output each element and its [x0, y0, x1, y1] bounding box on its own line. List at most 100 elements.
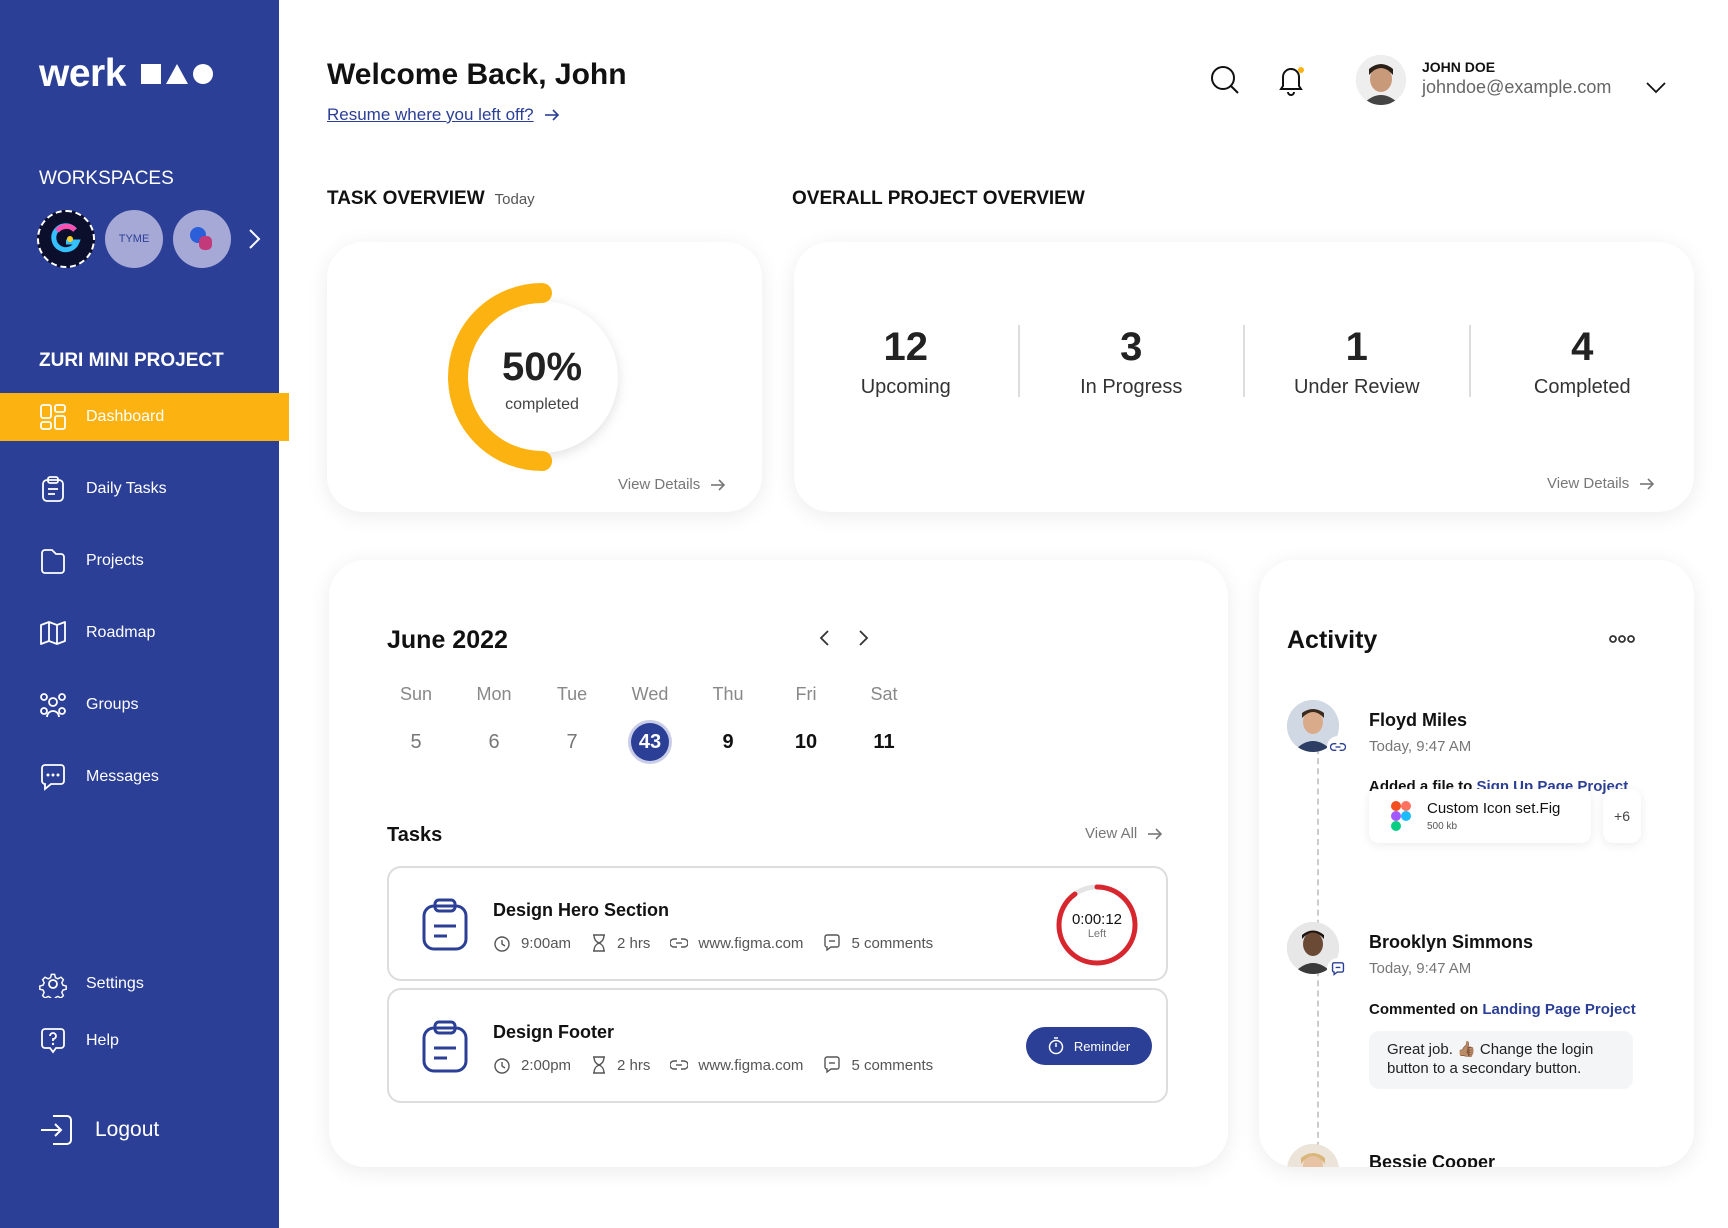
task-overview-heading: TASK OVERVIEW: [327, 188, 485, 209]
workspace-b[interactable]: [173, 210, 231, 268]
tasks-view-all[interactable]: View All: [1085, 825, 1163, 842]
activity-user-name[interactable]: Bessie Cooper: [1369, 1152, 1495, 1167]
stat-value: 1: [1345, 325, 1368, 369]
workspace-b-logo-icon: [190, 227, 212, 250]
clock-icon: [494, 936, 510, 952]
weekday-label: Wed: [631, 684, 669, 704]
calendar-weekdays: Sun Mon Tue Wed Thu Fri Sat: [377, 684, 923, 705]
project-stats: 12 Upcoming 3 In Progress 1 Under Review 4 C…: [794, 325, 1695, 398]
calendar-date[interactable]: 5: [377, 723, 455, 761]
link-badge: [1327, 736, 1349, 758]
calendar-date[interactable]: 10: [767, 723, 845, 761]
task-comments[interactable]: 5 comments: [823, 1056, 933, 1074]
map-icon: [40, 621, 66, 645]
link-icon: [670, 938, 689, 948]
sidebar-item-groups[interactable]: Groups: [0, 681, 289, 729]
task-card[interactable]: Design Footer 2:00pm 2 hrs www.figma.com…: [387, 988, 1168, 1103]
file-size: 500 kb: [1427, 821, 1458, 832]
chevron-left-icon[interactable]: [817, 628, 831, 648]
chevron-down-icon[interactable]: [1646, 82, 1666, 94]
resume-link[interactable]: Resume where you left off?: [327, 105, 560, 125]
sidebar-item-label: Dashboard: [86, 408, 165, 425]
hourglass-icon: [593, 934, 606, 952]
calendar-date[interactable]: 11: [845, 723, 923, 761]
brand-logo[interactable]: werk: [39, 52, 214, 96]
reminder-button[interactable]: Reminder: [1026, 1027, 1152, 1065]
activity-user-name[interactable]: Floyd Miles: [1369, 710, 1467, 731]
chevron-right-icon[interactable]: [247, 227, 263, 251]
activity-title: Activity: [1287, 626, 1378, 654]
stat-label: Under Review: [1293, 376, 1420, 398]
task-duration: 2 hrs: [591, 934, 650, 952]
calendar-date-number: 7: [566, 731, 578, 753]
help-icon: [41, 1028, 65, 1054]
project-overview-view-details[interactable]: View Details: [1547, 475, 1655, 492]
workspace-tyme[interactable]: TYME: [105, 210, 163, 268]
activity-comment-line: button to a secondary button.: [1387, 1060, 1582, 1077]
sidebar-item-settings[interactable]: Settings: [0, 960, 279, 1008]
calendar-dates: 5 6 7 43 9 10 11: [377, 723, 923, 761]
task-name: Design Hero Section: [493, 900, 670, 920]
sidebar-item-label: Settings: [86, 975, 144, 992]
task-duration-value: 2 hrs: [617, 1056, 651, 1074]
sidebar-nav: Dashboard Daily Tasks Projects Roadmap G…: [0, 393, 289, 825]
activity-description: Commented on Landing Page Project: [1369, 1001, 1636, 1018]
sidebar-item-messages[interactable]: Messages: [0, 753, 289, 801]
stat-label: In Progress: [1080, 376, 1183, 398]
task-time-value: 2:00pm: [521, 1056, 572, 1074]
chevron-right-icon[interactable]: [857, 628, 871, 648]
task-meta: 9:00am 2 hrs www.figma.com 5 comments: [493, 934, 953, 952]
file-attachment[interactable]: Custom Icon set.Fig 500 kb: [1369, 789, 1591, 843]
task-card[interactable]: Design Hero Section 9:00am 2 hrs www.fig…: [387, 866, 1168, 981]
sidebar-item-help[interactable]: Help: [0, 1017, 279, 1065]
search-icon[interactable]: [1210, 64, 1240, 96]
sidebar-item-label: Roadmap: [86, 624, 156, 641]
stat-upcoming[interactable]: 12 Upcoming: [794, 325, 1020, 398]
bell-icon[interactable]: [1277, 64, 1307, 96]
clipboard-icon: [422, 898, 468, 951]
logout-button[interactable]: Logout: [39, 1112, 159, 1148]
more-files-button[interactable]: +6: [1603, 789, 1641, 843]
weekday-label: Thu: [712, 684, 744, 704]
sidebar-item-daily-tasks[interactable]: Daily Tasks: [0, 465, 289, 513]
stat-under-review[interactable]: 1 Under Review: [1245, 325, 1471, 398]
stat-in-progress[interactable]: 3 In Progress: [1020, 325, 1245, 398]
timer-value: 0:00:12: [1071, 910, 1123, 928]
sidebar-item-label: Messages: [86, 768, 159, 785]
project-overview-title: OVERALL PROJECT OVERVIEW: [792, 188, 1085, 209]
view-details-label: View Details: [1547, 475, 1630, 492]
activity-target-link[interactable]: Landing Page Project: [1482, 1001, 1635, 1018]
page-title: Welcome Back, John: [327, 58, 627, 91]
view-details-label: View Details: [618, 476, 701, 493]
user-email: johndoe@example.com: [1422, 77, 1612, 97]
task-overview-view-details[interactable]: View Details: [618, 476, 726, 493]
calendar-tasks-card: June 2022 Sun Mon Tue Wed Thu Fri Sat 5 …: [329, 560, 1228, 1167]
reminder-label: Reminder: [1073, 1038, 1131, 1054]
calendar-date[interactable]: 7: [533, 723, 611, 761]
sidebar-item-label: Help: [86, 1032, 119, 1049]
comment-badge: [1327, 958, 1349, 980]
stat-completed[interactable]: 4 Completed: [1471, 325, 1695, 398]
weekday-label: Fri: [795, 684, 817, 704]
calendar-date-selected[interactable]: 43: [611, 723, 689, 761]
clipboard-icon: [422, 1020, 468, 1073]
task-time: 2:00pm: [493, 1056, 571, 1074]
task-comments[interactable]: 5 comments: [823, 934, 933, 952]
calendar-date-number: 9: [722, 731, 734, 753]
comment-icon: [1331, 962, 1345, 976]
workspace-g[interactable]: [37, 210, 95, 268]
task-link[interactable]: www.figma.com: [670, 1057, 803, 1074]
calendar-date[interactable]: 9: [689, 723, 767, 761]
activity-card: Activity Floyd Miles Today, 9:47 AM Adde…: [1259, 560, 1694, 1167]
more-options-icon[interactable]: [1609, 634, 1635, 644]
user-avatar[interactable]: [1356, 55, 1406, 105]
workspace-g-logo-icon: [51, 223, 81, 253]
sidebar-item-projects[interactable]: Projects: [0, 537, 289, 585]
task-link[interactable]: www.figma.com: [670, 935, 803, 952]
calendar-date[interactable]: 6: [455, 723, 533, 761]
activity-avatar[interactable]: [1287, 1144, 1339, 1167]
sidebar-item-dashboard[interactable]: Dashboard: [0, 393, 289, 441]
activity-user-name[interactable]: Brooklyn Simmons: [1369, 932, 1533, 953]
stopwatch-icon: [1048, 1037, 1064, 1055]
sidebar-item-roadmap[interactable]: Roadmap: [0, 609, 289, 657]
